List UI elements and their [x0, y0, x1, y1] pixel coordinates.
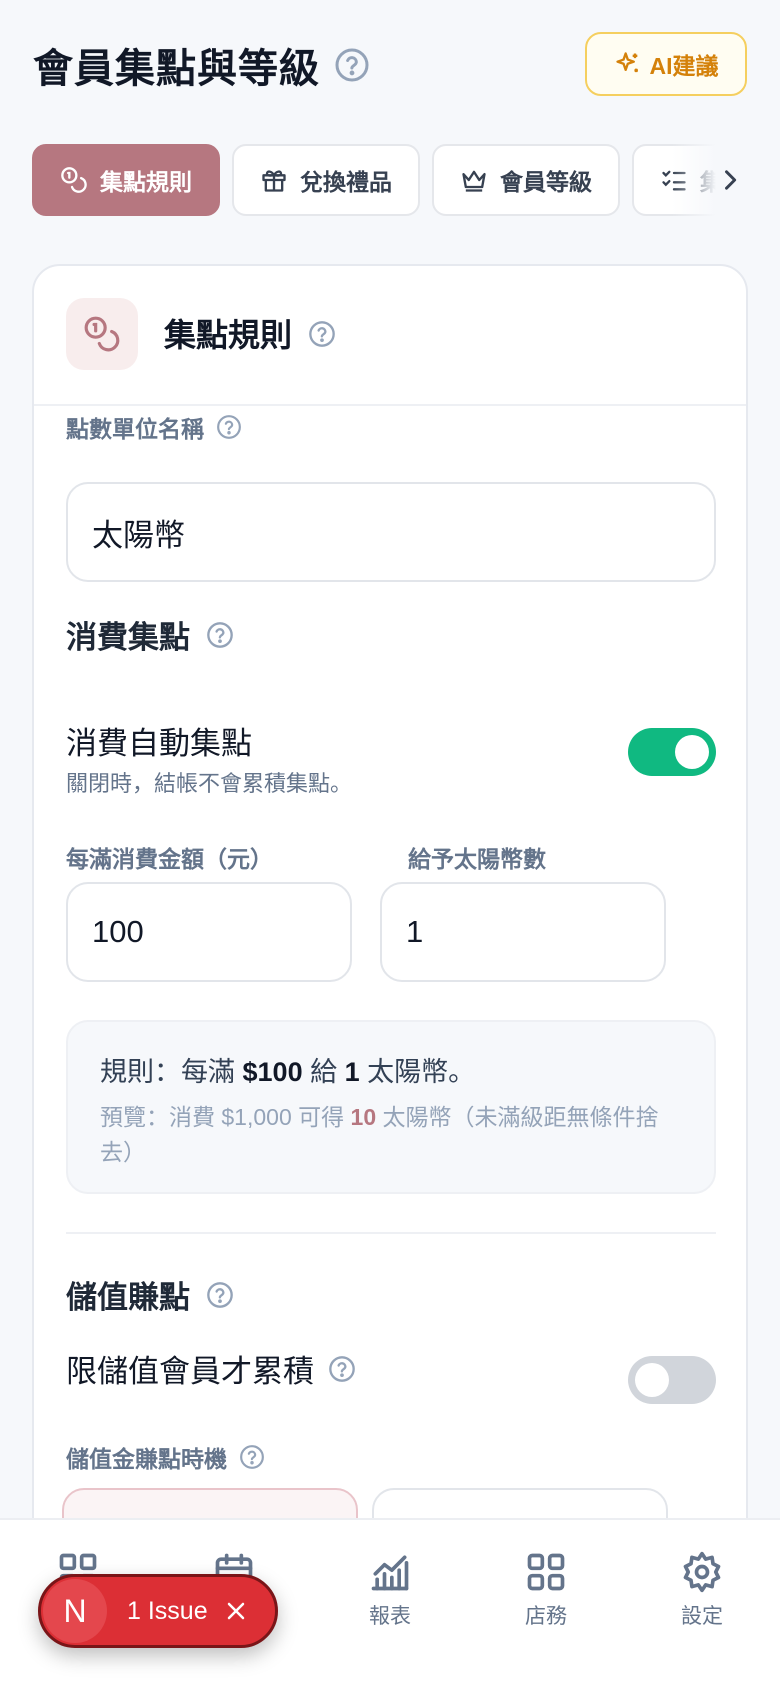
help-icon[interactable] — [206, 1281, 234, 1309]
issue-logo: N — [43, 1579, 107, 1643]
unit-name-label: 點數單位名稱 — [66, 410, 242, 444]
points-rules-card: 集點規則 點數單位名稱 太陽幣 消費集點 消費自動集點 關閉時，結帳不會累積集點… — [32, 264, 748, 1688]
rule-suffix: 太陽幣。 — [367, 1057, 476, 1087]
nav-store[interactable]: 店務 — [486, 1550, 606, 1630]
help-icon[interactable] — [328, 1355, 356, 1383]
page-title: 會員集點與等級 — [33, 47, 320, 91]
rule-summary-box: 規則：每滿 $100 給 1 太陽幣。 預覽：消費 $1,000 可得 10 太… — [66, 1020, 716, 1194]
tab-redeem-gifts[interactable]: 兌換禮品 — [232, 144, 420, 216]
nav-settings[interactable]: 設定 — [642, 1550, 762, 1630]
spend-amount-label: 每滿消費金額（元） — [66, 846, 273, 872]
close-icon[interactable] — [224, 1599, 248, 1623]
help-icon[interactable] — [216, 414, 242, 440]
tab-bar: 集點規則 兌換禮品 會員等級 集 — [32, 144, 750, 216]
nav-label: 報表 — [369, 1605, 411, 1628]
help-icon[interactable] — [308, 320, 336, 348]
tab-label: 集點規則 — [100, 169, 192, 195]
points-given-label: 給予太陽幣數 — [408, 846, 546, 872]
toggle-knob — [675, 735, 709, 769]
points-given-input[interactable]: 1 — [380, 882, 666, 982]
timing-label: 儲值金賺點時機 — [66, 1440, 265, 1474]
preview-prefix: 預覽：消費 $1,000 可得 — [100, 1104, 345, 1130]
card-title: 集點規則 — [164, 317, 293, 353]
rule-points: 1 — [344, 1057, 360, 1087]
card-header: 集點規則 — [34, 266, 746, 406]
help-icon[interactable] — [239, 1444, 265, 1470]
grid-icon — [524, 1550, 568, 1594]
ai-suggestion-button[interactable]: AI建議 — [585, 32, 747, 96]
tab-label: 兌換禮品 — [300, 169, 392, 195]
timing-label-text: 儲值金賺點時機 — [66, 1446, 227, 1472]
auto-points-title: 消費自動集點 — [66, 726, 252, 761]
divider — [66, 1232, 716, 1234]
spend-section-title-text: 消費集點 — [66, 620, 190, 655]
tab-points-rules[interactable]: 集點規則 — [32, 144, 220, 216]
nav-label: 設定 — [681, 1605, 723, 1628]
issue-badge[interactable]: N 1 Issue — [38, 1574, 278, 1648]
gift-icon — [260, 166, 288, 194]
stored-value-title-text: 儲值賺點 — [66, 1280, 190, 1315]
ai-button-label: AI建議 — [649, 53, 719, 79]
auto-points-toggle[interactable] — [628, 728, 716, 776]
issue-count: 1 Issue — [127, 1596, 208, 1625]
chart-icon — [368, 1550, 412, 1594]
spend-amount-input[interactable]: 100 — [66, 882, 352, 982]
chevron-right-icon[interactable] — [716, 166, 744, 194]
members-only-toggle[interactable] — [628, 1356, 716, 1404]
nav-reports[interactable]: 報表 — [330, 1550, 450, 1630]
crown-icon — [460, 166, 488, 194]
rule-mid: 給 — [310, 1057, 338, 1087]
tab-label: 會員等級 — [500, 169, 592, 195]
help-icon[interactable] — [206, 621, 234, 649]
sparkles-icon — [614, 50, 642, 78]
rule-amount: $100 — [242, 1057, 303, 1087]
coins-icon — [60, 166, 88, 194]
gear-icon — [680, 1550, 724, 1594]
tab-member-levels[interactable]: 會員等級 — [432, 144, 620, 216]
nav-label: 店務 — [525, 1605, 567, 1628]
help-icon[interactable] — [334, 47, 370, 83]
auto-points-description: 關閉時，結帳不會累積集點。 — [66, 771, 353, 796]
rule-prefix: 規則：每滿 — [100, 1057, 235, 1087]
rule-text: 規則：每滿 $100 給 1 太陽幣。 — [100, 1050, 475, 1089]
spend-section-title: 消費集點 — [66, 612, 234, 657]
stored-value-section-title: 儲值賺點 — [66, 1272, 234, 1317]
coins-icon — [66, 298, 138, 370]
unit-name-input[interactable]: 太陽幣 — [66, 482, 716, 582]
preview-points: 10 — [350, 1104, 377, 1130]
toggle-knob — [635, 1363, 669, 1397]
members-only-title: 限儲值會員才累積 — [66, 1346, 356, 1391]
preview-text: 預覽：消費 $1,000 可得 10 太陽幣（未滿級距無條件捨去） — [100, 1100, 690, 1170]
page-header: 會員集點與等級 AI建議 — [33, 30, 747, 100]
unit-name-label-text: 點數單位名稱 — [66, 416, 204, 442]
members-only-title-text: 限儲值會員才累積 — [66, 1354, 314, 1389]
